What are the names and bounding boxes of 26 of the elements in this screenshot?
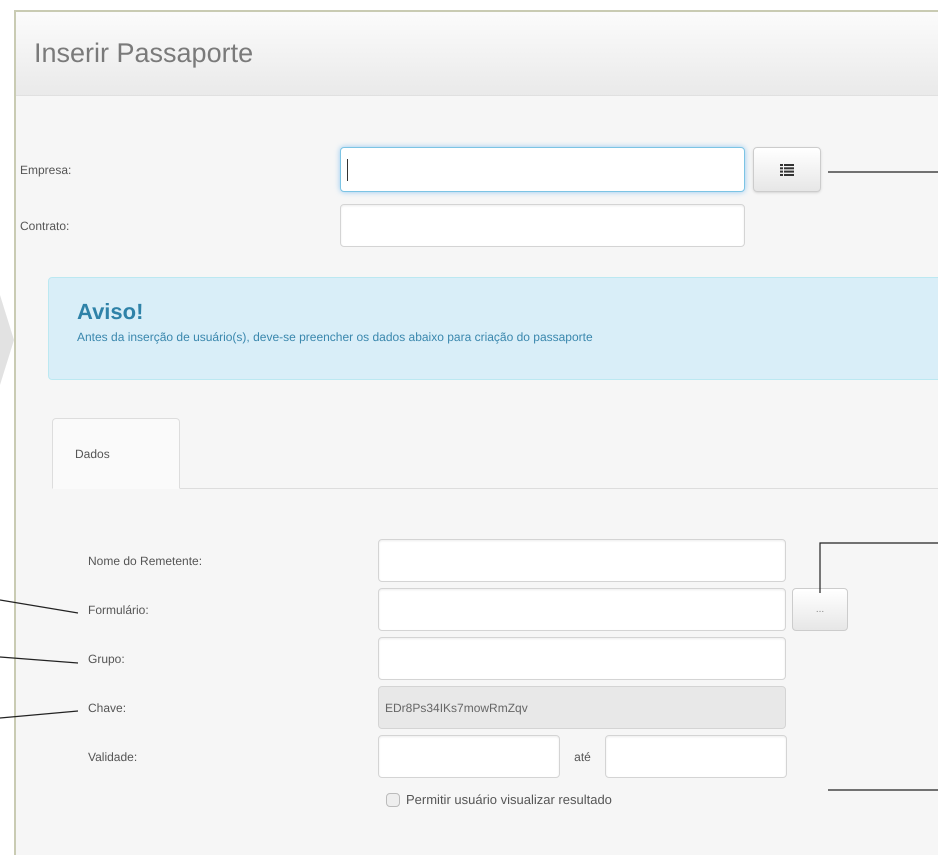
tab[interactable]: Dados [52,418,180,489]
chevron-icon [0,295,14,385]
input-field: EDr8Ps34IKs7mowRmZqv [378,686,786,729]
page-title: Inserir Passaporte [34,37,254,70]
list-icon [780,164,794,176]
input-field[interactable] [340,204,745,247]
field-label: Grupo: [87,650,126,668]
field-label: Contrato: [19,218,70,234]
checkbox[interactable] [386,792,400,807]
input-field[interactable] [378,588,786,631]
alert-heading: Aviso! [77,300,144,324]
range-separator: até [573,748,592,766]
field-label: Chave: [87,700,128,716]
input-field[interactable] [378,735,560,778]
alert-text: Antes da inserção de usuário(s), deve-se preencher os dados abaixo para criação do passaporte [77,329,594,346]
field-label: Nome do Remetente: [87,552,204,570]
input-field[interactable] [378,637,786,680]
list-button[interactable] [753,147,821,192]
field-label: Formulário: [87,602,150,618]
field-label: Validade: [87,748,138,766]
input-field[interactable] [378,539,786,582]
field-label: Empresa: [19,162,72,178]
input-field[interactable] [605,735,787,778]
text-cursor [347,158,348,180]
input-field[interactable] [340,147,745,192]
checkbox-label: Permitir usuário visualizar resultado [406,791,612,809]
